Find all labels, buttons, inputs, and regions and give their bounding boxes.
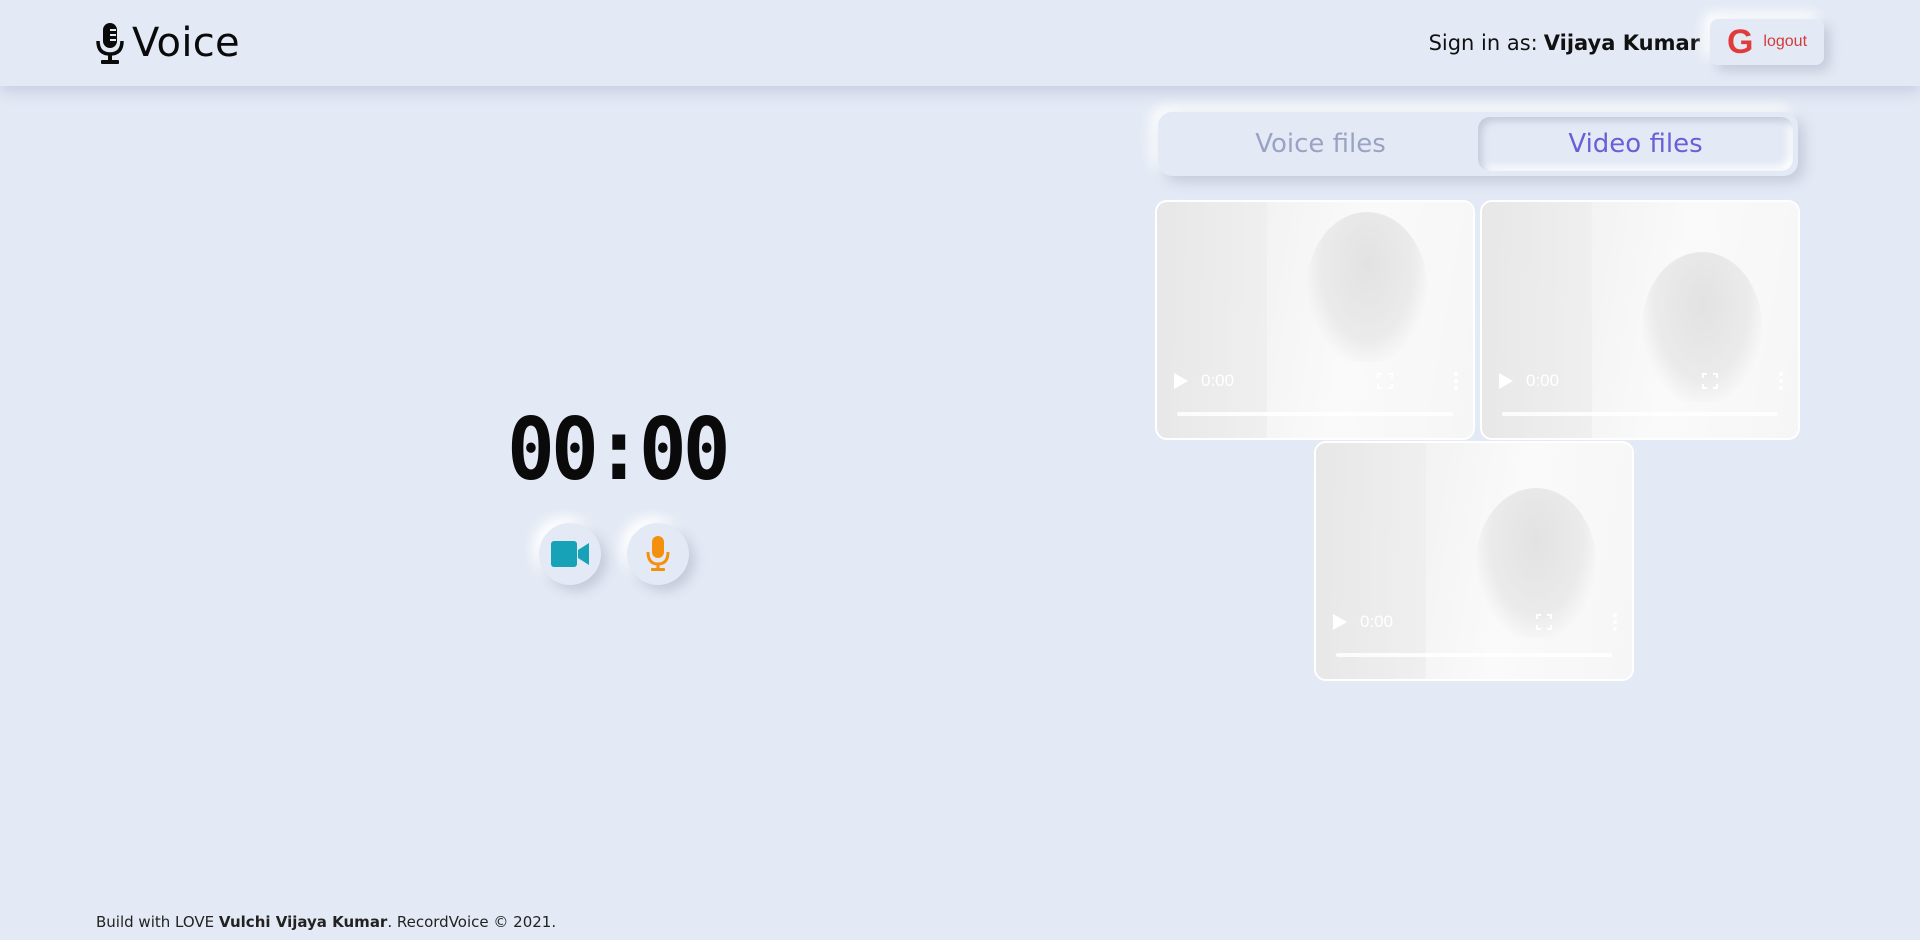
video-progress-bar[interactable] — [1502, 412, 1778, 416]
microphone-icon — [96, 23, 124, 64]
more-options-icon[interactable] — [1612, 612, 1618, 632]
video-controls: 0:00 — [1498, 369, 1784, 393]
play-icon[interactable] — [1332, 613, 1348, 631]
video-progress-bar[interactable] — [1177, 412, 1453, 416]
google-icon: G — [1726, 23, 1754, 61]
logout-label: logout — [1763, 33, 1808, 50]
footer-prefix: Build with LOVE — [96, 913, 215, 931]
footer-author: Vulchi Vijaya Kumar — [218, 913, 388, 931]
logout-button[interactable]: G logout — [1710, 19, 1824, 65]
video-time: 0:00 — [1526, 371, 1560, 390]
video-frame — [1157, 202, 1267, 438]
record-audio-button[interactable] — [627, 523, 689, 585]
recording-timer: 00:00 — [507, 400, 730, 500]
video-frame — [1482, 202, 1592, 438]
fullscreen-icon[interactable] — [1702, 373, 1718, 389]
user-name: Vijaya Kumar — [1543, 31, 1700, 55]
video-controls: 0:00 — [1332, 610, 1618, 634]
signed-in-user: Sign in as: Vijaya Kumar — [1429, 26, 1700, 60]
video-time: 0:00 — [1360, 612, 1394, 631]
play-icon[interactable] — [1173, 372, 1189, 390]
video-time: 0:00 — [1201, 371, 1235, 390]
tab-video-files[interactable]: Video files — [1478, 117, 1793, 171]
video-controls: 0:00 — [1173, 369, 1459, 393]
app-name: Voice — [132, 20, 240, 66]
app-header: Voice Sign in as: Vijaya Kumar G logout — [0, 0, 1920, 86]
video-frame — [1316, 443, 1426, 679]
more-options-icon[interactable] — [1778, 371, 1784, 391]
record-video-button[interactable] — [539, 523, 601, 585]
signin-label: Sign in as: — [1428, 31, 1538, 55]
footer: Build with LOVE Vulchi Vijaya Kumar. Rec… — [96, 913, 556, 931]
video-thumbnail-person — [1307, 212, 1427, 362]
more-options-icon[interactable] — [1453, 371, 1459, 391]
video-player[interactable]: 0:00 — [1316, 443, 1632, 679]
tab-voice-files[interactable]: Voice files — [1163, 117, 1478, 171]
video-progress-bar[interactable] — [1336, 653, 1612, 657]
file-tabs: Voice files Video files — [1158, 112, 1798, 176]
video-player[interactable]: 0:00 — [1157, 202, 1473, 438]
brand[interactable]: Voice — [94, 18, 240, 68]
fullscreen-icon[interactable] — [1377, 373, 1393, 389]
microphone-icon — [646, 536, 670, 571]
video-player[interactable]: 0:00 — [1482, 202, 1798, 438]
footer-suffix: . RecordVoice © 2021. — [387, 913, 557, 931]
play-icon[interactable] — [1498, 372, 1514, 390]
video-camera-icon — [551, 541, 589, 567]
fullscreen-icon[interactable] — [1536, 614, 1552, 630]
